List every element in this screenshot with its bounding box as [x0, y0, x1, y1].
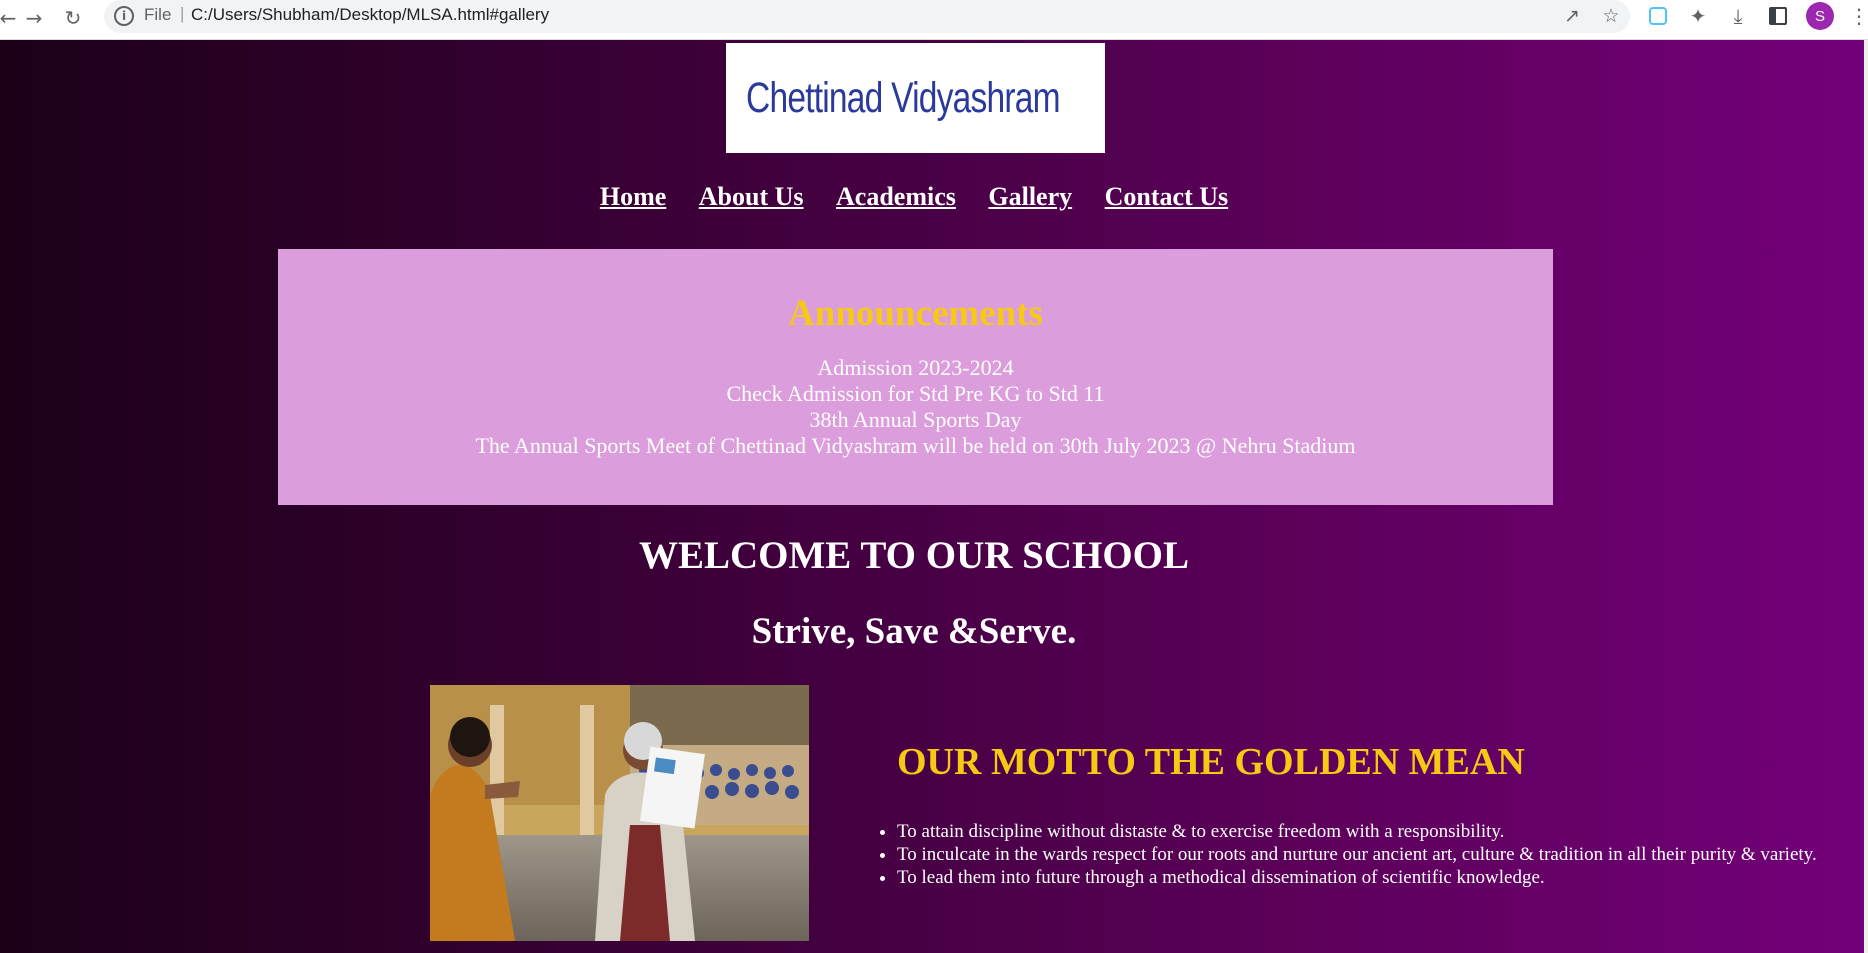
motto-list: To attain discipline without distaste & … — [897, 820, 1817, 889]
gallery-photo — [430, 685, 809, 941]
download-icon[interactable]: ⤓ — [1724, 2, 1752, 30]
bookmark-star-icon[interactable]: ☆ — [1598, 3, 1624, 29]
announcement-line: The Annual Sports Meet of Chettinad Vidy… — [475, 433, 1356, 458]
welcome-heading: WELCOME TO OUR SCHOOL — [638, 534, 1190, 577]
announcements-panel: Announcements Admission 2023-2024 Check … — [278, 249, 1553, 505]
profile-avatar[interactable]: S — [1806, 2, 1834, 30]
list-item: To attain discipline without distaste & … — [897, 820, 1817, 843]
site-info-icon[interactable]: i — [114, 6, 134, 26]
school-logo: Chettinad Vidyashram — [726, 43, 1105, 153]
list-item: To lead them into future through a metho… — [897, 866, 1817, 889]
nav-gallery[interactable]: Gallery — [988, 182, 1072, 211]
extensions-puzzle-icon[interactable]: ✦ — [1684, 2, 1712, 30]
nav-academics[interactable]: Academics — [836, 182, 956, 211]
vertical-scrollbar[interactable] — [1864, 40, 1868, 953]
share-icon[interactable]: ↗ — [1559, 3, 1585, 29]
extension-icon[interactable] — [1644, 2, 1672, 30]
protocol-label: File — [144, 5, 172, 24]
menu-kebab-icon[interactable]: ⋮ — [1849, 2, 1868, 30]
announcements-title: Announcements — [788, 293, 1043, 334]
forward-icon[interactable]: → — [20, 4, 48, 32]
address-bar[interactable]: i File | C:/Users/Shubham/Desktop/MLSA.h… — [104, 0, 1630, 33]
photo-image — [430, 685, 809, 941]
logo-text: Chettinad Vidyashram — [746, 73, 1061, 122]
list-item: To inculcate in the wards respect for ou… — [897, 843, 1817, 866]
page-viewport: Chettinad Vidyashram Home About Us Acade… — [0, 40, 1864, 953]
motto-title: OUR MOTTO THE GOLDEN MEAN — [897, 741, 1525, 783]
reload-icon[interactable]: ↻ — [59, 4, 87, 32]
nav-about-us[interactable]: About Us — [699, 182, 804, 211]
nav-home[interactable]: Home — [600, 182, 666, 211]
browser-toolbar: ← → ↻ i File | C:/Users/Shubham/Desktop/… — [0, 0, 1868, 40]
announcement-line: Check Admission for Std Pre KG to Std 11 — [726, 381, 1105, 406]
nav-contact-us[interactable]: Contact Us — [1105, 182, 1229, 211]
school-slogan: Strive, Save &Serve. — [751, 611, 1077, 652]
url-text[interactable]: C:/Users/Shubham/Desktop/MLSA.html#galle… — [191, 5, 549, 25]
address-separator: | — [180, 4, 185, 23]
announcement-line: 38th Annual Sports Day — [809, 407, 1022, 432]
main-nav: Home About Us Academics Gallery Contact … — [0, 182, 1828, 212]
side-panel-icon[interactable] — [1764, 2, 1792, 30]
announcement-line: Admission 2023-2024 — [817, 355, 1014, 380]
back-icon[interactable]: ← — [0, 4, 22, 32]
